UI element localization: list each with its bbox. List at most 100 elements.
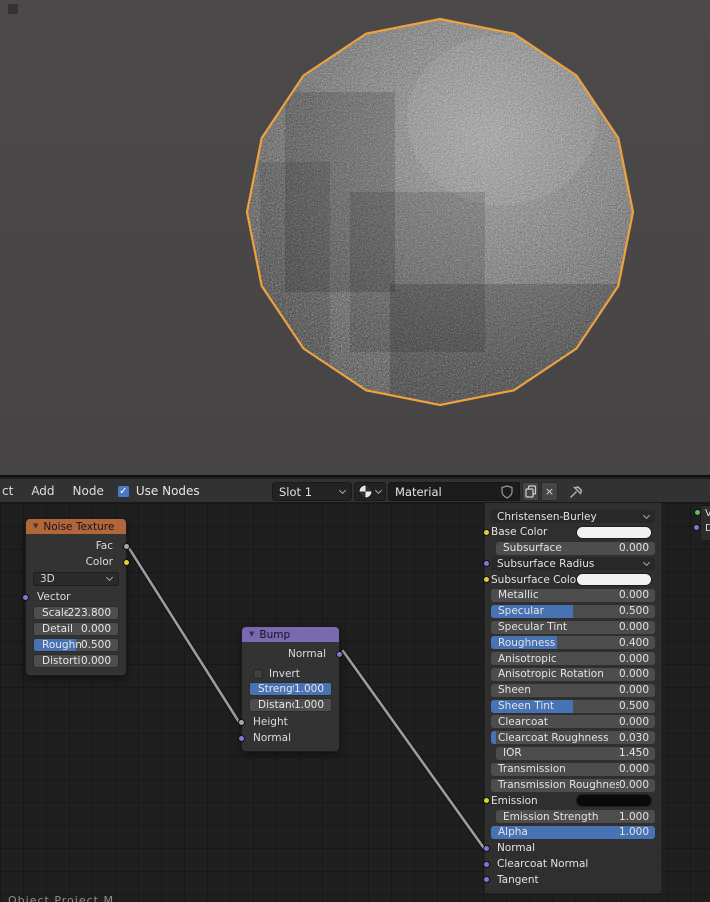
subsurface-color-input-socket[interactable] [483,576,490,583]
panel-row-specular[interactable]: Specular0.500 [491,605,655,618]
panel-row-base-color[interactable]: Base Color [491,526,655,539]
noise-output-color[interactable]: Color [26,554,126,570]
slider-strength[interactable]: Strength1.000 [249,682,332,696]
unlink-material-button[interactable]: × [541,482,558,501]
noise-inputs: Vector [26,588,126,606]
input-label: Clearcoat Normal [497,858,588,870]
panel-row-transmission-roughness[interactable]: Transmission Roughness0.000 [491,779,655,792]
new-material-copy-button[interactable] [522,482,539,501]
material-browse-button[interactable] [354,482,386,501]
slider-label: Distance [250,699,294,711]
panel-row-emission-strength[interactable]: Emission Strength1.000 [496,810,655,823]
color-swatch[interactable] [576,573,652,586]
color-swatch[interactable] [576,794,652,807]
panel-row-emission[interactable]: Emission [491,794,655,807]
panel-row-alpha[interactable]: Alpha1.000 [491,826,655,839]
slider-label: Sheen [491,684,619,696]
bump-node-header[interactable]: ▼ Bump [242,627,339,642]
slider-distortion[interactable]: Distortion0.000 [33,654,119,668]
panel-row-metallic[interactable]: Metallic0.000 [491,589,655,602]
collapse-triangle-icon[interactable]: ▼ [33,523,38,530]
viewport-corner-widget [8,4,18,14]
preview-sphere[interactable] [240,12,640,412]
panel-row-sheen-tint[interactable]: Sheen Tint0.500 [491,700,655,713]
invert-label: Invert [269,668,300,680]
slider-label: Detail [34,623,81,635]
output-label: Color [86,556,113,568]
displacement-input-socket[interactable] [693,524,700,531]
panel-row-ior[interactable]: IOR1.450 [496,747,655,760]
node-editor-header: ct Add Node ✓ Use Nodes Slot 1 [0,479,710,503]
noise-input-vector[interactable]: Vector [26,588,126,606]
slider-label: Distortion [34,655,81,667]
panel-row-clearcoat-normal[interactable]: Clearcoat Normal [491,858,655,871]
panel-row-clearcoat[interactable]: Clearcoat0.000 [491,715,655,728]
bump-output-normal[interactable]: Normal [242,646,339,662]
noise-outputs: Fac Color [26,538,126,570]
fake-user-shield-icon[interactable] [501,485,513,499]
normal-output-socket[interactable] [336,651,343,658]
fac-output-socket[interactable] [123,543,130,550]
noise-texture-node-header[interactable]: ▼ Noise Texture [26,519,126,534]
material-name: Material [395,485,442,499]
panel-row-subsurface[interactable]: Subsurface0.000 [496,542,655,555]
principled-bsdf-panel[interactable]: Christensen-Burley Base Color Subsurface0.… [484,503,662,894]
subsurface-radius-input-socket[interactable] [483,560,490,567]
color-swatch[interactable] [576,526,652,539]
tangent-input-socket[interactable] [483,876,490,883]
use-nodes-toggle[interactable]: ✓ Use Nodes [117,484,200,498]
normal-input-socket[interactable] [483,845,490,852]
normal-input-socket[interactable] [238,735,245,742]
input-label: Height [253,716,288,728]
panel-row-tangent[interactable]: Tangent [491,873,655,886]
invert-checkbox-row[interactable]: Invert [242,666,339,682]
base-color-input-socket[interactable] [483,529,490,536]
panel-row-sheen[interactable]: Sheen0.000 [491,684,655,697]
bump-input-normal[interactable]: Normal [242,730,339,746]
menu-node[interactable]: Node [64,484,113,498]
node-title: Noise Texture [43,521,114,533]
bump-input-height[interactable]: Height [242,714,339,730]
panel-row-transmission[interactable]: Transmission0.000 [491,763,655,776]
3d-viewport[interactable] [0,0,710,477]
panel-row-christensen-burley[interactable]: Christensen-Burley [491,510,655,523]
volume-input-socket[interactable] [694,509,701,516]
dropdown-label: Subsurface Radius [497,558,637,570]
emission-input-socket[interactable] [483,797,490,804]
slider-roughness[interactable]: Roughness0.500 [33,638,119,652]
vector-input-socket[interactable] [22,594,29,601]
slider-detail[interactable]: Detail0.000 [33,622,119,636]
panel-row-anisotropic-rotation[interactable]: Anisotropic Rotation0.000 [491,668,655,681]
noise-dimension-dropdown[interactable]: 3D [33,572,119,586]
collapse-triangle-icon[interactable]: ▼ [249,631,254,638]
node-editor-canvas[interactable]: ▼ Noise Texture Fac Color 3D Vector Scale… [0,503,710,902]
panel-row-specular-tint[interactable]: Specular Tint0.000 [491,621,655,634]
color-output-socket[interactable] [123,559,130,566]
panel-row-anisotropic[interactable]: Anisotropic0.000 [491,652,655,665]
panel-row-clearcoat-roughness[interactable]: Clearcoat Roughness0.030 [491,731,655,744]
panel-row-subsurface-color[interactable]: Subsurface Color [491,573,655,586]
material-name-field[interactable]: Material [388,482,520,501]
panel-row-normal[interactable]: Normal [491,842,655,855]
slider-value: 0.500 [619,700,655,712]
noise-output-fac[interactable]: Fac [26,538,126,554]
menu-select-partial[interactable]: ct [0,484,22,498]
slider-value: 1.450 [619,747,655,759]
slider-scale[interactable]: Scale223.800 [33,606,119,620]
bump-node[interactable]: ▼ Bump Normal Invert Strength1.000 Distan… [241,626,340,752]
clearcoat-normal-input-socket[interactable] [483,861,490,868]
slot-dropdown[interactable]: Slot 1 [272,482,352,501]
menu-add[interactable]: Add [22,484,63,498]
checkbox-icon[interactable]: ✓ [117,485,130,498]
material-output-node-partial[interactable]: V D [700,505,710,541]
slider-value: 1.000 [294,699,331,711]
noise-texture-node[interactable]: ▼ Noise Texture Fac Color 3D Vector Scale… [25,518,127,676]
pin-button[interactable] [568,482,584,501]
slider-value: 0.000 [619,779,655,791]
slider-distance[interactable]: Distance1.000 [249,698,332,712]
height-input-socket[interactable] [238,719,245,726]
panel-row-subsurface-radius[interactable]: Subsurface Radius [491,557,655,570]
panel-row-roughness[interactable]: Roughness0.400 [491,636,655,649]
invert-checkbox[interactable] [253,669,263,679]
link-fac-to-height [127,545,239,722]
